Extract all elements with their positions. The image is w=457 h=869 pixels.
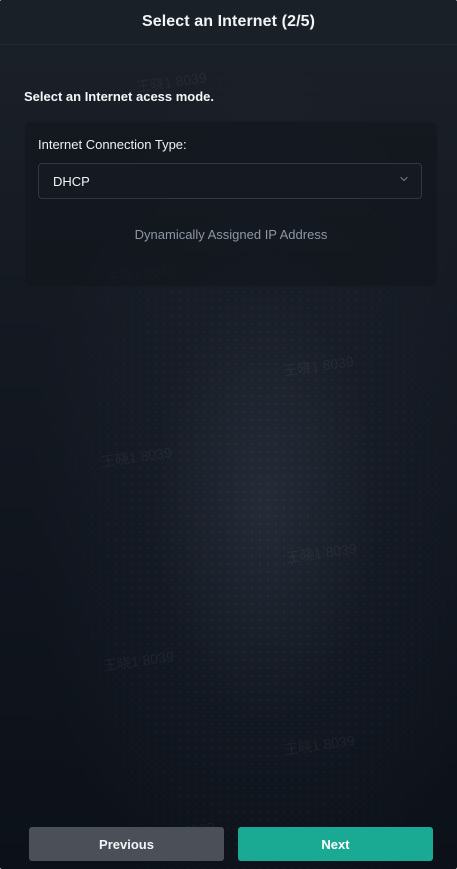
chevron-down-icon	[399, 174, 409, 184]
next-button[interactable]: Next	[238, 827, 433, 861]
internet-connection-type-label: Internet Connection Type:	[38, 137, 187, 152]
watermark-text: 王晓1 8039	[285, 540, 358, 566]
watermark-text: 王晓1 8039	[100, 444, 173, 470]
watermark-text: 王晓1 8039	[283, 732, 356, 758]
connection-description: Dynamically Assigned IP Address	[134, 227, 328, 242]
previous-button[interactable]: Previous	[29, 827, 224, 861]
wizard-footer: Previous Next	[0, 819, 457, 869]
watermark-text: 王晓1 8039	[282, 353, 355, 379]
section-title: Select an Internet acess mode.	[24, 89, 215, 104]
watermark-text: 王晓1 8039	[102, 648, 175, 674]
page-title: Select an Internet (2/5)	[141, 13, 316, 30]
app-shell: 王晓1 8039 王晓1 8039 王晓1 8039 王晓1 8039 王晓1 …	[0, 0, 457, 869]
selected-connection-type: DHCP	[53, 174, 90, 189]
internet-connection-card: Internet Connection Type: DHCP Dynamical…	[24, 121, 438, 287]
top-header: Select an Internet (2/5)	[0, 0, 457, 45]
internet-connection-type-select[interactable]: DHCP	[38, 163, 422, 199]
